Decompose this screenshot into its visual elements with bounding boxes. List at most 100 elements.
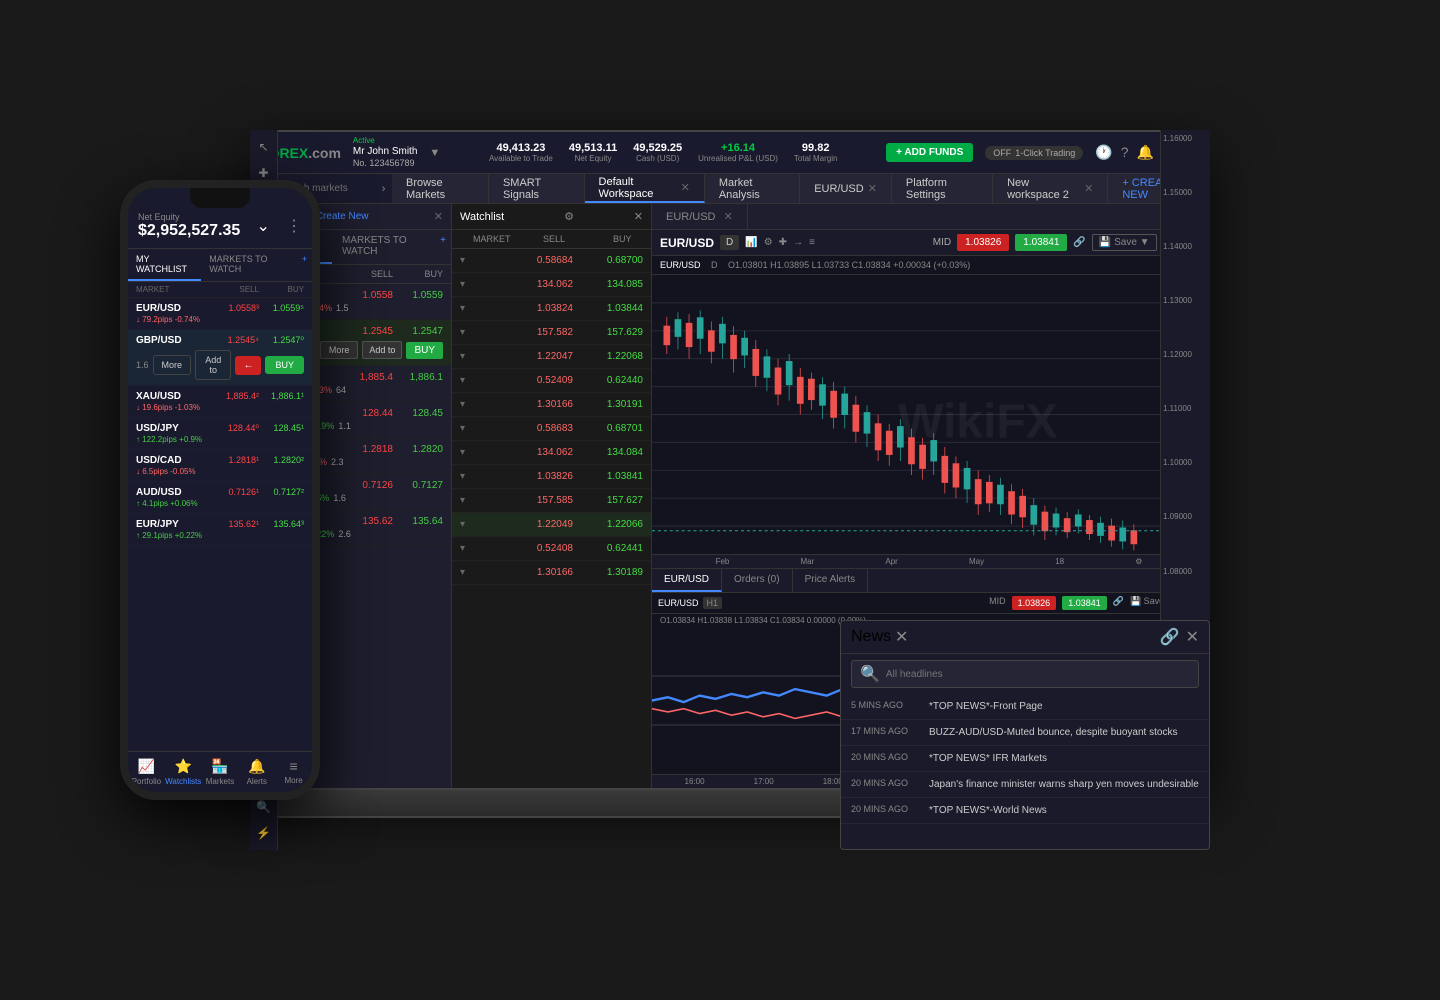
add-funds-button[interactable]: + ADD FUNDS: [886, 143, 973, 162]
wl-eurjpy-buy: 135.64: [393, 516, 443, 527]
tab-eurusd-chart[interactable]: EUR/USD ✕: [652, 204, 748, 229]
market-row-7[interactable]: ▾ 0.58683 0.68701: [452, 417, 651, 441]
phone-row-xauusd[interactable]: XAU/USD 1,885.4² 1,886.1¹ ↓ 19.6pips -1.…: [128, 386, 312, 418]
crosshair-icon[interactable]: ✚: [779, 237, 787, 248]
market-row-4[interactable]: ▾ 1.22047 1.22068: [452, 345, 651, 369]
wl-more-button[interactable]: More: [320, 341, 359, 359]
phone-gbpusd-actions: 1.6 More Add to ← BUY: [136, 350, 304, 380]
phone-add-watchlist[interactable]: +: [297, 249, 312, 281]
news-close-icon[interactable]: ✕: [1186, 627, 1199, 647]
market-row-6[interactable]: ▾ 1.30166 1.30191: [452, 393, 651, 417]
tab-eurusd[interactable]: EUR/USD ✕: [800, 174, 892, 203]
tab-platform-settings[interactable]: Platform Settings: [892, 174, 993, 203]
phone-row-audusd[interactable]: AUD/USD 0.7126¹ 0.7127² ↑ 4.1pips +0.06%: [128, 482, 312, 514]
phone-expand-icon[interactable]: ⌄: [256, 216, 269, 236]
phone-row-eurusd[interactable]: EUR/USD 1.0558³ 1.0559⁵ ↓ 79.2pips -0.74…: [128, 298, 312, 330]
net-equity: 49,513.11 Net Equity: [569, 142, 617, 163]
buy-price-button[interactable]: 1.03841: [1015, 234, 1067, 251]
market-row-8[interactable]: ▾ 134.062 134.084: [452, 441, 651, 465]
phone-col-sell: SELL: [214, 285, 259, 294]
chart-settings-bottom[interactable]: ⚙: [1135, 557, 1142, 566]
tab-eurusd-mini[interactable]: EUR/USD: [652, 569, 722, 592]
tab-smart-signals[interactable]: SMART Signals: [489, 174, 585, 203]
news-link-icon[interactable]: 🔗: [1160, 627, 1180, 647]
chart-price-info: EUR/USD D O1.03801 H1.03895 L1.03733 C1.…: [652, 256, 1208, 275]
add-watchlist-icon[interactable]: +: [435, 230, 451, 264]
link-icon[interactable]: 🔗: [1073, 237, 1085, 248]
tab-new-workspace[interactable]: New workspace 2 ✕: [993, 174, 1108, 203]
phone-tab-my-watchlist[interactable]: MY WATCHLIST: [128, 249, 201, 281]
phone-row-usdcad[interactable]: USD/CAD 1.2818¹ 1.2820² ↓ 6.5pips -0.05%: [128, 450, 312, 482]
news-item-2[interactable]: 17 MINS AGO BUZZ-AUD/USD-Muted bounce, d…: [841, 720, 1209, 746]
trading-toggle[interactable]: OFF 1-Click Trading: [985, 146, 1083, 160]
mini-buy-btn[interactable]: 1.03841: [1062, 596, 1107, 610]
phone-row-eurjpy[interactable]: EUR/JPY 135.62¹ 135.64³ ↑ 29.1pips +0.22…: [128, 514, 312, 546]
help-icon[interactable]: ?: [1121, 144, 1129, 161]
phone-nav-watchlists[interactable]: ⭐ Watchlists: [165, 752, 202, 792]
mini-link-icon[interactable]: 🔗: [1113, 596, 1124, 610]
sell-price-button[interactable]: 1.03826: [957, 234, 1009, 251]
market-row-arrow: ▾: [460, 255, 480, 266]
news-search-input[interactable]: [886, 669, 1190, 680]
phone-row-gbpusd-expanded[interactable]: GBP/USD 1.2545⁴ 1.2547⁰ 1.6 More Add to …: [128, 330, 312, 386]
create-new-link[interactable]: Create New: [316, 211, 369, 222]
market-row-13[interactable]: ▾ 1.30166 1.30189: [452, 561, 651, 585]
candlestick-icon[interactable]: 📊: [745, 237, 757, 248]
phone-add-to-btn[interactable]: Add to: [195, 350, 231, 380]
more-tools-icon[interactable]: ≡: [809, 237, 815, 248]
market-close-icon[interactable]: ✕: [634, 210, 643, 223]
wl-add-to-button[interactable]: Add to: [362, 341, 402, 359]
gear-icon[interactable]: ⚙: [564, 210, 574, 223]
mini-sell-btn[interactable]: 1.03826: [1012, 596, 1057, 610]
tab-market-analysis[interactable]: Market Analysis: [705, 174, 800, 203]
search-submit-icon[interactable]: ›: [382, 183, 386, 195]
market-col-headers: MARKET SELL BUY: [452, 230, 651, 249]
phone-nav-portfolio[interactable]: 📈 Portfolio: [128, 752, 165, 792]
market-row-10[interactable]: ▾ 157.585 157.627: [452, 489, 651, 513]
trading-label: 1-Click Trading: [1015, 148, 1075, 158]
tab-price-alerts[interactable]: Price Alerts: [793, 569, 869, 592]
market-row-5[interactable]: ▾ 0.52409 0.62440: [452, 369, 651, 393]
market-row-12[interactable]: ▾ 0.52408 0.62441: [452, 537, 651, 561]
market-row-2[interactable]: ▾ 1.03824 1.03844: [452, 297, 651, 321]
news-item-3[interactable]: 20 MINS AGO *TOP NEWS* IFR Markets: [841, 746, 1209, 772]
account-dropdown-icon[interactable]: ▼: [429, 147, 440, 159]
phone-eurjpy-change: ↑ 29.1pips +0.22%: [136, 531, 304, 540]
phone-nav-alerts[interactable]: 🔔 Alerts: [238, 752, 275, 792]
market-row-9[interactable]: ▾ 1.03826 1.03841: [452, 465, 651, 489]
wl-usdjpy-sell: 128.44: [343, 408, 393, 419]
phone-more-btn[interactable]: More: [153, 355, 192, 375]
phone-nav-more[interactable]: ≡ More: [275, 752, 312, 792]
phone-sell-btn[interactable]: ←: [235, 356, 261, 375]
phone-tab-markets[interactable]: MARKETS TO WATCH: [201, 249, 296, 281]
phone-nav-markets[interactable]: 🏪 Markets: [202, 752, 239, 792]
wl-buy-button[interactable]: BUY: [406, 342, 443, 359]
portfolio-icon: 📈: [138, 758, 155, 775]
laptop-screen: FOREX.com Active Mr John Smith No. 12345…: [250, 130, 1210, 790]
arrow-icon[interactable]: →: [793, 237, 803, 248]
news-tab-close[interactable]: ✕: [895, 627, 908, 647]
tab-markets-to-watch[interactable]: MARKETS TO WATCH: [332, 230, 435, 264]
market-row-0[interactable]: ▾ 0.58684 0.68700: [452, 249, 651, 273]
market-row-1[interactable]: ▾ 134.062 134.085: [452, 273, 651, 297]
phone-menu-icon[interactable]: ⋮: [286, 216, 302, 236]
phone-row-usdjpy[interactable]: USD/JPY 128.44⁰ 128.45¹ ↑ 122.2pips +0.9…: [128, 418, 312, 450]
settings-gear-icon[interactable]: ⚙: [764, 237, 773, 248]
notification-icon[interactable]: 🔔: [1137, 144, 1154, 161]
market-row-arrow: ▾: [460, 279, 480, 290]
news-item-1[interactable]: 5 MINS AGO *TOP NEWS*-Front Page: [841, 694, 1209, 720]
tab-browse-markets[interactable]: Browse Markets: [392, 174, 489, 203]
mini-tf[interactable]: H1: [703, 597, 723, 609]
market-row-arrow: ▾: [460, 543, 480, 554]
market-row-3[interactable]: ▾ 157.582 157.629: [452, 321, 651, 345]
market-row-11[interactable]: ▾ 1.22049 1.22066: [452, 513, 651, 537]
clock-icon[interactable]: 🕐: [1095, 144, 1112, 161]
chart-tab-close[interactable]: ✕: [724, 210, 733, 223]
news-item-4[interactable]: 20 MINS AGO Japan's finance minister war…: [841, 772, 1209, 790]
tab-default-workspace[interactable]: Default Workspace ✕: [585, 174, 705, 203]
save-dropdown[interactable]: 💾 Save ▼: [1092, 234, 1157, 251]
phone-buy-btn[interactable]: BUY: [265, 356, 304, 374]
watchlist-close-icon[interactable]: ✕: [434, 210, 443, 223]
timeframe-button[interactable]: D: [720, 235, 739, 250]
tab-orders[interactable]: Orders (0): [722, 569, 793, 592]
